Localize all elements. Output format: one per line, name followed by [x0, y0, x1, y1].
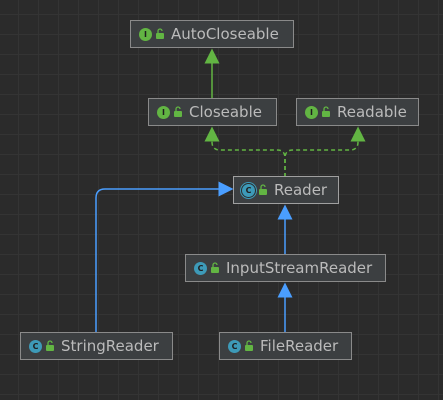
- lock-open-icon: [174, 106, 182, 117]
- lock-open-icon: [46, 340, 54, 351]
- node-label: InputStreamReader: [226, 259, 373, 277]
- node-label: Closeable: [189, 103, 262, 121]
- node-label: StringReader: [61, 337, 159, 355]
- node-label: Readable: [337, 103, 407, 121]
- node-reader[interactable]: C Reader: [233, 176, 339, 204]
- diagram-canvas: I AutoCloseable I Closeable I Readable C…: [0, 0, 443, 400]
- lock-open-icon: [156, 28, 164, 39]
- node-filereader[interactable]: C FileReader: [219, 332, 352, 360]
- interface-icon: I: [305, 105, 318, 119]
- interface-icon: I: [139, 27, 152, 41]
- node-inputstreamreader[interactable]: C InputStreamReader: [185, 254, 386, 282]
- node-label: AutoCloseable: [171, 25, 279, 43]
- interface-icon: I: [157, 105, 170, 119]
- lock-open-icon: [322, 106, 330, 117]
- class-icon: C: [194, 261, 207, 275]
- edge-reader-closeable: [204, 126, 286, 177]
- node-label: Reader: [274, 181, 328, 199]
- abstract-class-icon: C: [242, 183, 255, 197]
- lock-open-icon: [211, 262, 219, 273]
- class-icon: C: [29, 339, 42, 353]
- class-icon: C: [228, 339, 241, 353]
- node-readable[interactable]: I Readable: [296, 98, 419, 126]
- edge-reader-readable: [284, 126, 366, 177]
- node-stringreader[interactable]: C StringReader: [20, 332, 173, 360]
- node-closeable[interactable]: I Closeable: [148, 98, 277, 126]
- node-label: FileReader: [260, 337, 339, 355]
- node-autocloseable[interactable]: I AutoCloseable: [130, 20, 294, 48]
- lock-open-icon: [245, 340, 253, 351]
- lock-open-icon: [259, 184, 267, 195]
